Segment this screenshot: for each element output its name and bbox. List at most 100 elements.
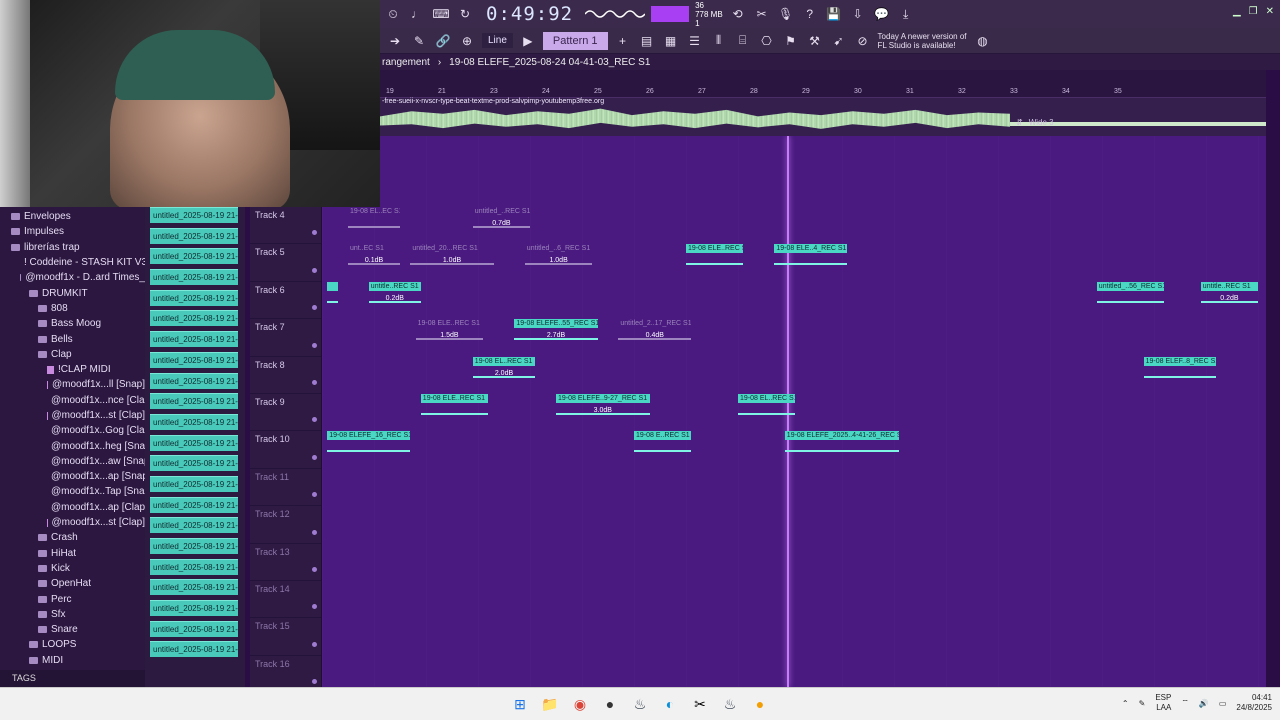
playlist-clip[interactable]: untitled_2..17_REC S1 0.4dB xyxy=(618,319,691,351)
speaker-icon[interactable]: 🔊 xyxy=(1199,699,1209,708)
track-enable-indicator[interactable] xyxy=(312,342,317,348)
browser-item[interactable]: Impulses xyxy=(0,224,145,239)
obs-icon[interactable]: ● xyxy=(600,694,620,714)
playlist-grid[interactable]: 19-08 EL..EC S1 untitled_..REC S1 0.7dB unt… xyxy=(322,136,1266,687)
mixer-icon[interactable]: ⫴ xyxy=(710,32,728,50)
loop-record-icon[interactable]: ↻ xyxy=(456,5,474,23)
battery-icon[interactable]: ▭ xyxy=(1219,699,1227,708)
track-header[interactable]: Track 11 xyxy=(250,469,321,507)
clip-list-item[interactable]: untitled_2025-08-19 21- xyxy=(150,600,238,617)
chevron-up-icon[interactable]: ⌃ xyxy=(1122,699,1129,708)
track-header[interactable]: Track 7 xyxy=(250,319,321,357)
browser-item[interactable]: @moodf1x...nce [Clap] xyxy=(0,393,145,408)
export-icon[interactable]: ⇩ xyxy=(849,5,867,23)
track-enable-indicator[interactable] xyxy=(312,454,317,460)
playlist-clip[interactable]: 19-08 ELEFE..9-27_REC S1 3.0dB xyxy=(556,394,650,426)
update-notice[interactable]: Today A newer version of FL Studio is av… xyxy=(878,32,968,50)
stamp-icon[interactable]: ⊕ xyxy=(458,32,476,50)
playlist-clip[interactable]: 19-08 ELEFE_2025..4-41-26_REC S1 xyxy=(784,431,900,463)
clip-list-item[interactable]: untitled_2025-08-19 21- xyxy=(150,269,238,286)
track-header[interactable]: Track 6 xyxy=(250,282,321,320)
minimize-icon[interactable]: ▁ xyxy=(1233,6,1241,17)
play-arrow-icon[interactable]: ➔ xyxy=(386,32,404,50)
draw-icon[interactable]: ✎ xyxy=(410,32,428,50)
clip-list-item[interactable]: untitled_2025-08-19 21- xyxy=(150,372,238,389)
playlist-clip[interactable]: untitled_..6_REC S1 1.0dB xyxy=(524,244,593,276)
tools-icon[interactable]: ⚒ xyxy=(806,32,824,50)
tempo-icon[interactable]: ⚑ xyxy=(782,32,800,50)
clip-list-item[interactable]: untitled_2025-08-19 21- xyxy=(150,289,238,306)
add-pattern-icon[interactable]: + xyxy=(614,32,632,50)
count-in-icon[interactable]: ♩ xyxy=(408,5,426,23)
clip-list-item[interactable]: untitled_2025-08-19 21- xyxy=(150,455,238,472)
clip-list-item[interactable]: untitled_2025-08-19 21- xyxy=(150,475,238,492)
browser-item[interactable]: @moodf1x..Gog [Clap] xyxy=(0,423,145,438)
browser-item[interactable]: MIDI xyxy=(0,653,145,668)
clip-list-item[interactable]: untitled_2025-08-19 21- xyxy=(150,620,238,637)
playlist-clip[interactable]: untitled_20...REC S1 1.0dB xyxy=(410,244,494,276)
browser-item[interactable]: @moodf1x..heg [Snap] xyxy=(0,438,145,453)
undo-history-icon[interactable]: ⟲ xyxy=(729,5,747,23)
browser-item[interactable]: @moodf1x...ap [Snap] xyxy=(0,469,145,484)
playlist-clip[interactable]: 19-08 EL..REC S1 2.0dB xyxy=(472,356,536,389)
close-icon[interactable]: ✕ xyxy=(1266,6,1274,17)
wide-control[interactable]: ⇵ Wide 3 xyxy=(1016,118,1054,127)
clip-list-item[interactable]: untitled_2025-08-19 21- xyxy=(150,351,238,368)
track-header[interactable]: Track 8 xyxy=(250,357,321,394)
playlist-clip[interactable]: 19-08 ELEF..8_REC S1 xyxy=(1143,356,1217,389)
cut-icon[interactable]: ✂ xyxy=(753,5,771,23)
browser-item[interactable]: HiHat xyxy=(0,546,145,561)
globe-icon[interactable]: ◍ xyxy=(974,32,992,50)
browser-item[interactable]: OpenHat xyxy=(0,576,145,591)
track-enable-indicator[interactable] xyxy=(312,492,317,498)
track-header[interactable]: Track 10 xyxy=(250,431,321,469)
browser-item[interactable]: Kick xyxy=(0,561,145,576)
track-header[interactable]: Track 9 xyxy=(250,394,321,432)
playlist-clip[interactable]: 19-08 EL..REC S1 xyxy=(738,394,796,426)
browser-item[interactable]: ! Coddeine - STASH KIT V3 ! xyxy=(0,255,145,270)
track-enable-indicator[interactable] xyxy=(312,566,317,572)
playlist-clip[interactable]: 19-08 ELE..REC S1 xyxy=(420,394,489,426)
mute-icon[interactable]: ⊘ xyxy=(854,32,872,50)
master-audio-track[interactable]: -free-sueii-x-nvscr-type-beat-textme-pro… xyxy=(380,98,1266,136)
track-enable-indicator[interactable] xyxy=(312,679,317,685)
browser-item[interactable]: @moodf1x...st [Clap] xyxy=(0,515,145,530)
browser-icon[interactable]: ⌸ xyxy=(734,32,752,50)
clip-list-item[interactable]: untitled_2025-08-19 21- xyxy=(150,434,238,451)
clip-list-item[interactable]: untitled_2025-08-19 21- xyxy=(150,558,238,575)
steam-alt-icon[interactable]: ♨ xyxy=(720,694,740,714)
playlist-clip[interactable]: 19-08 E..REC S1 xyxy=(634,431,692,463)
plugin-icon[interactable]: ⎔ xyxy=(758,32,776,50)
clip-list-item[interactable]: untitled_2025-08-19 21- xyxy=(150,496,238,513)
chat-icon[interactable]: 💬 xyxy=(873,5,891,23)
clip-list-item[interactable]: untitled_2025-08-19 21- xyxy=(150,248,238,265)
track-header[interactable]: Track 4 xyxy=(250,207,321,245)
save-icon[interactable]: 💾 xyxy=(825,5,843,23)
browser-item[interactable]: Perc xyxy=(0,591,145,606)
track-enable-indicator[interactable] xyxy=(312,305,317,311)
windows-start-icon[interactable]: ⊞ xyxy=(510,694,530,714)
playlist-clip[interactable]: 19-08 ELE..REC S1 1.5dB xyxy=(415,319,484,351)
link-icon[interactable]: 🔗 xyxy=(434,32,452,50)
piano-roll-icon[interactable]: ▦ xyxy=(662,32,680,50)
hint-icon[interactable]: ➹ xyxy=(830,32,848,50)
clip-list-item[interactable]: untitled_2025-08-19 21- xyxy=(150,207,238,223)
browser-item[interactable]: Bass Moog xyxy=(0,316,145,331)
clip-list-item[interactable]: untitled_2025-08-19 21- xyxy=(150,641,238,658)
channel-rack-icon[interactable]: ☰ xyxy=(686,32,704,50)
steam-icon[interactable]: ♨ xyxy=(630,694,650,714)
clip-list-item[interactable]: untitled_2025-08-19 21- xyxy=(150,579,238,596)
clip-list-item[interactable]: untitled_2025-08-19 21- xyxy=(150,517,238,534)
language-indicator[interactable]: ESP LAA xyxy=(1155,693,1171,713)
browser-item[interactable]: @moodf1x...aw [Snap] xyxy=(0,454,145,469)
track-header[interactable]: Track 12 xyxy=(250,506,321,544)
clip-list-item[interactable]: untitled_2025-08-19 21- xyxy=(150,393,238,410)
clip-list-item[interactable]: untitled_2025-08-19 21- xyxy=(150,538,238,554)
playlist-clip[interactable]: untitled_..REC S1 0.7dB xyxy=(472,207,531,239)
track-header[interactable]: Track 13 xyxy=(250,544,321,581)
song-position-display[interactable]: 0:49:92 xyxy=(480,3,579,25)
metronome-icon[interactable]: ⏲ xyxy=(384,5,402,23)
browser-item[interactable]: librerías trap xyxy=(0,240,145,255)
playlist-clip[interactable]: untitled_..56_REC S1 xyxy=(1096,281,1165,314)
download-icon[interactable]: ⤓ xyxy=(897,5,915,23)
